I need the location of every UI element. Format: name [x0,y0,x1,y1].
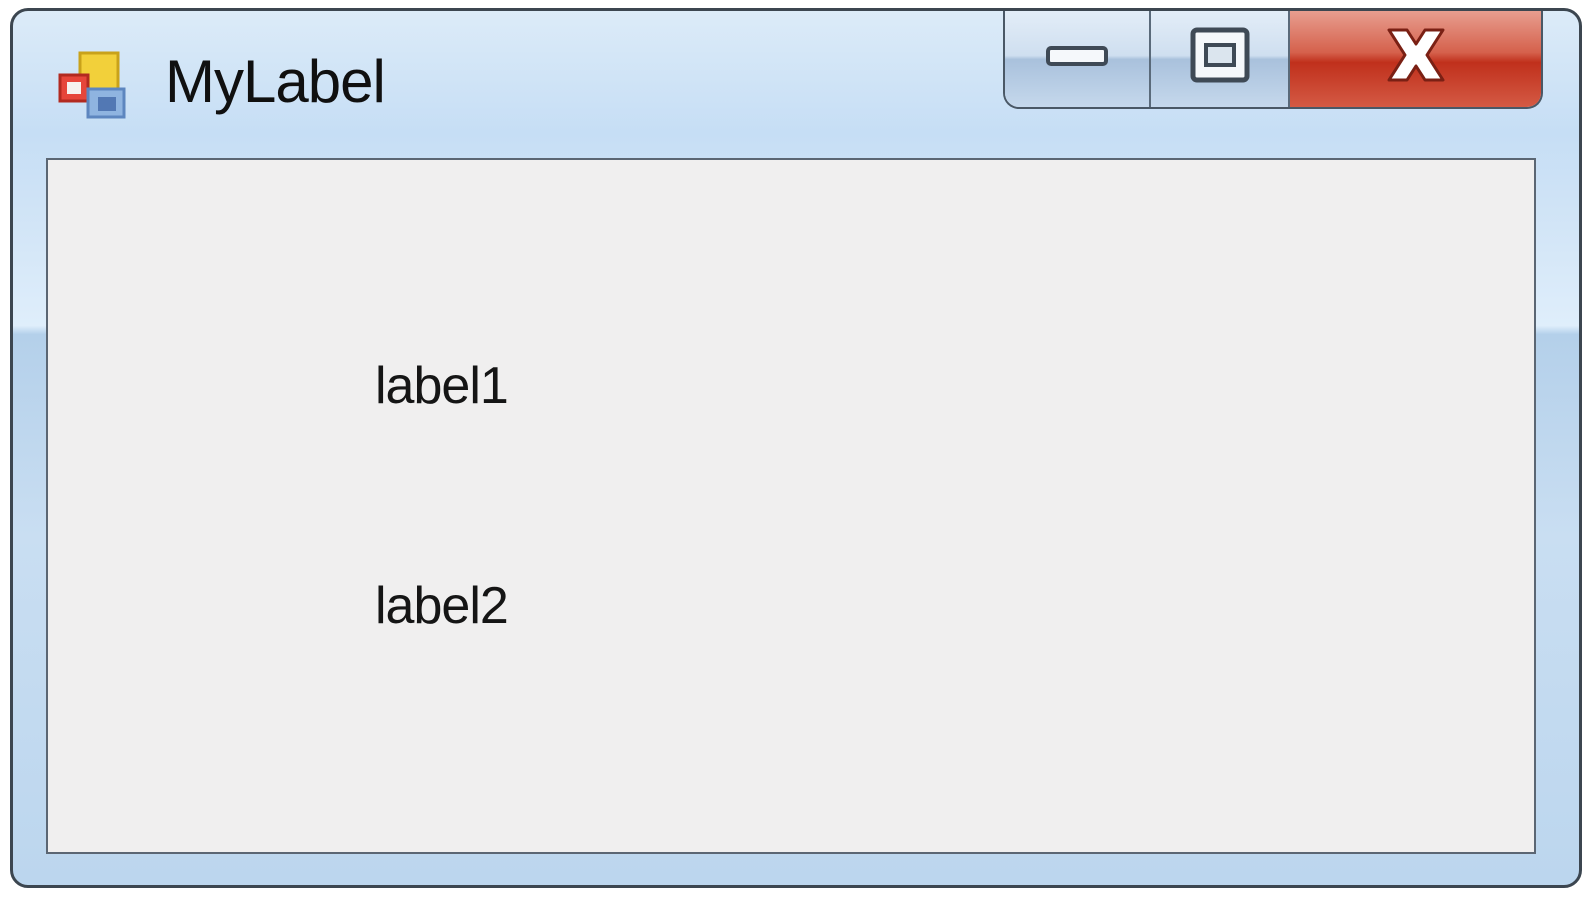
form-client-area: label1 label2 [46,158,1536,854]
title-bar[interactable]: MyLabel [13,11,1579,156]
window-title: MyLabel [165,48,386,115]
minimize-icon [1045,40,1109,75]
maximize-icon [1188,25,1252,90]
close-button[interactable] [1290,11,1541,107]
label2: label2 [375,577,509,635]
app-window: MyLabel label1 label2 [10,8,1582,888]
caption-buttons [1003,11,1543,109]
label1: label1 [375,357,509,415]
minimize-button[interactable] [1005,11,1151,107]
close-icon [1383,26,1449,89]
winforms-app-icon[interactable] [58,51,128,119]
maximize-button[interactable] [1151,11,1290,107]
